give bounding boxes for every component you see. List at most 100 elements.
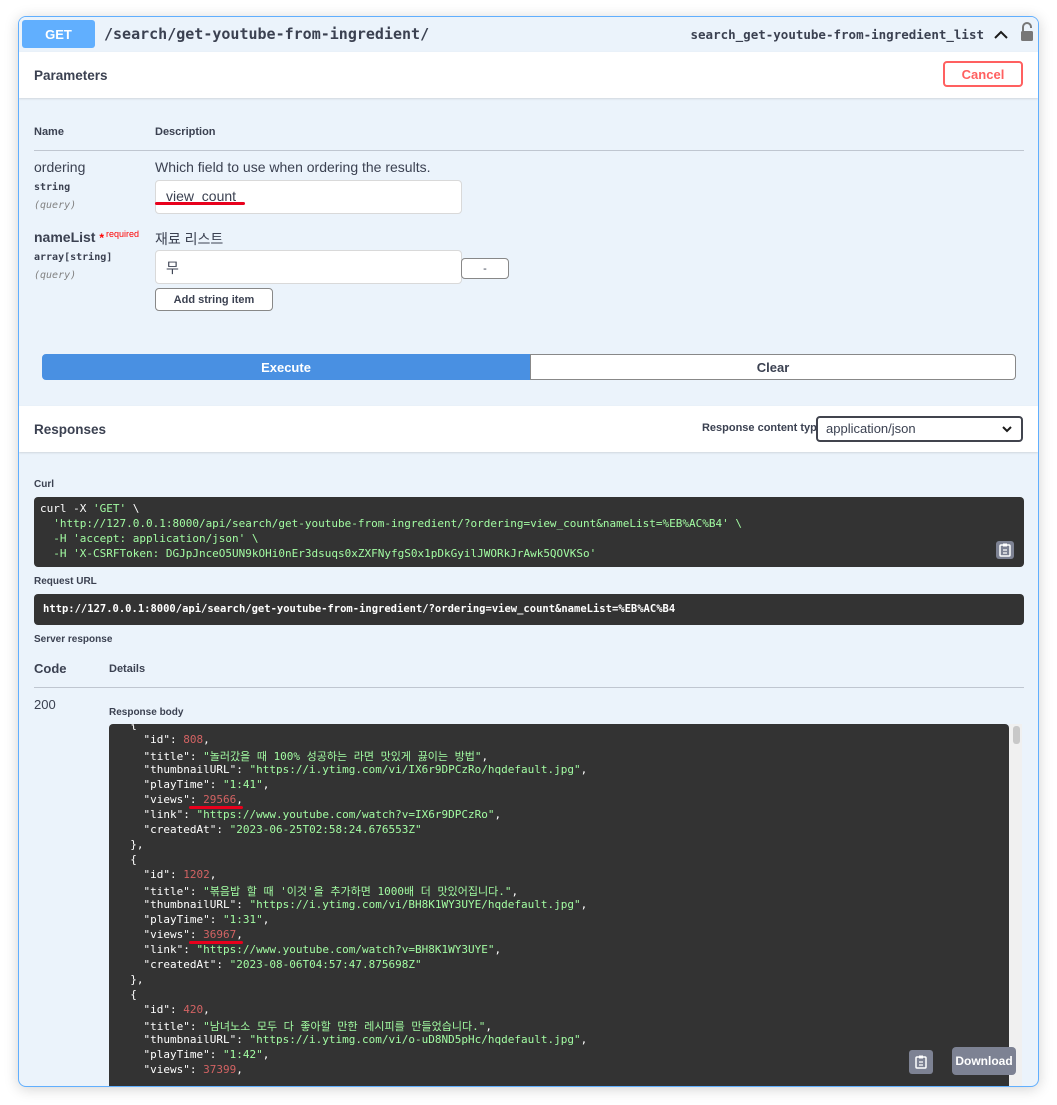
json-line: "id": 420, — [117, 1003, 210, 1016]
required-star: * — [99, 231, 105, 245]
details-header: Details — [109, 663, 146, 675]
response-body-label: Response body — [109, 707, 184, 718]
parameters-divider — [34, 150, 1024, 151]
responses-header: Responses Response content type applicat… — [19, 406, 1038, 452]
parameters-title: Parameters — [34, 68, 108, 83]
response-scrollbar-thumb[interactable] — [1013, 726, 1020, 744]
copy-curl-button[interactable] — [996, 541, 1014, 559]
response-scrollbar-track[interactable] — [1009, 724, 1022, 1086]
json-line: "views": 37399, — [117, 1063, 243, 1076]
json-line: "link": "https://www.youtube.com/watch?v… — [117, 808, 502, 821]
method-badge: GET — [22, 20, 95, 48]
json-thumbnailurl-value: https://i.ytimg.com/vi/IX6r9DPCzRo/hqdef… — [256, 763, 574, 776]
json-line: "views": 36967, — [117, 928, 243, 941]
column-name-header: Name — [34, 126, 64, 138]
json-link-value: https://www.youtube.com/watch?v=IX6r9DPC… — [203, 808, 488, 821]
json-line: }, — [117, 838, 144, 851]
param-ordering-description: Which field to use when ordering the res… — [155, 159, 431, 175]
json-title-value: 볶음밥 할 때 '이것'을 추가하면 1000배 더 맛있어집니다. — [209, 885, 505, 898]
clipboard-icon — [915, 1055, 927, 1069]
request-url-label: Request URL — [34, 576, 97, 587]
json-createdat-value: 2023-06-25T02:58:24.676553Z — [236, 823, 416, 836]
json-line: "createdAt": "2023-06-25T02:58:24.676553… — [117, 823, 422, 836]
json-thumbnailurl-value: https://i.ytimg.com/vi/o-uD8ND5pHc/hqdef… — [256, 1033, 574, 1046]
json-line: { — [117, 988, 137, 1001]
status-code: 200 — [34, 697, 56, 712]
column-description-header: Description — [155, 126, 216, 138]
required-label: required — [106, 229, 140, 239]
clipboard-icon — [999, 543, 1011, 557]
json-title-value: 놀러갔을 때 100% 성공하는 라면 맛있게 끓이는 방법 — [209, 750, 475, 763]
cancel-button[interactable]: Cancel — [943, 61, 1023, 87]
request-url: http://127.0.0.1:8000/api/search/get-you… — [43, 603, 676, 615]
json-line: "createdAt": "2023-08-06T04:57:47.875698… — [117, 958, 422, 971]
param-namelist-in: (query) — [34, 270, 77, 281]
json-line: "thumbnailURL": "https://i.ytimg.com/vi/… — [117, 1033, 588, 1046]
response-body[interactable]: { "id": 808, "title": "놀러갔을 때 100% 성공하는 … — [109, 724, 1009, 1086]
code-header: Code — [34, 661, 67, 676]
content-type-value: application/json — [826, 421, 916, 436]
json-line: "playTime": "1:41", — [117, 778, 270, 791]
endpoint-path: /search/get-youtube-from-ingredient/ — [104, 25, 430, 43]
json-views-value: 37399 — [203, 1063, 237, 1076]
json-line: "id": 808, — [117, 733, 210, 746]
chevron-down-icon — [1002, 426, 1012, 433]
curl-block[interactable]: curl -X 'GET' \ 'http://127.0.0.1:8000/a… — [34, 497, 1024, 567]
operation-header[interactable]: GET /search/get-youtube-from-ingredient/… — [19, 17, 1038, 53]
json-link-value: https://www.youtube.com/watch?v=BH8K1WY3… — [203, 943, 488, 956]
param-namelist-type: array[string] — [34, 252, 113, 263]
parameters-header: Parameters — [19, 52, 1038, 98]
clear-button[interactable]: Clear — [530, 354, 1016, 380]
content-type-label: Response content type — [701, 422, 823, 434]
add-string-item-button[interactable]: Add string item — [155, 288, 273, 311]
json-line: "title": "볶음밥 할 때 '이것'을 추가하면 1000배 더 맛있어… — [117, 885, 519, 898]
execute-button[interactable]: Execute — [42, 354, 530, 380]
curl-line: curl -X 'GET' \ — [40, 502, 140, 515]
json-playtime-value: 1:31 — [229, 913, 257, 926]
json-playtime-value: 1:41 — [229, 778, 257, 791]
json-line: }, — [117, 973, 144, 986]
json-views-value: 29566 — [203, 793, 237, 806]
json-views-value: 36967 — [203, 928, 237, 941]
json-id-value: 808 — [183, 733, 204, 746]
json-line: "views": 29566, — [117, 793, 243, 806]
copy-response-button[interactable] — [909, 1050, 933, 1074]
curl-label: Curl — [34, 479, 54, 490]
json-line: "id": 1202, — [117, 868, 217, 881]
ordering-input[interactable]: view_count — [155, 180, 462, 214]
curl-line: -H 'accept: application/json' \ — [40, 532, 259, 545]
response-divider — [34, 687, 1024, 688]
namelist-item-input[interactable]: 무 — [155, 250, 462, 284]
param-ordering-in: (query) — [34, 200, 77, 211]
json-line: "link": "https://www.youtube.com/watch?v… — [117, 943, 502, 956]
curl-line: -H 'X-CSRFToken: DGJpJnceO5UN9kOHi0nEr3d… — [40, 547, 597, 560]
json-line: "title": "남녀노소 모두 다 좋아할 만한 레시피를 만들었습니다."… — [117, 1020, 492, 1033]
param-ordering-name: ordering — [34, 159, 86, 175]
json-line: "thumbnailURL": "https://i.ytimg.com/vi/… — [117, 763, 588, 776]
chevron-up-icon[interactable] — [992, 26, 1010, 44]
json-line: "thumbnailURL": "https://i.ytimg.com/vi/… — [117, 898, 588, 911]
json-createdat-value: 2023-08-06T04:57:47.875698Z — [236, 958, 416, 971]
ordering-highlight — [155, 202, 245, 205]
json-line: "playTime": "1:31", — [117, 913, 270, 926]
remove-item-button[interactable]: - — [461, 258, 509, 279]
content-type-select[interactable]: application/json — [816, 416, 1023, 442]
json-id-value: 1202 — [183, 868, 210, 881]
json-id-value: 420 — [183, 1003, 204, 1016]
operation-block: GET /search/get-youtube-from-ingredient/… — [18, 16, 1039, 1087]
param-namelist-name: nameList * required — [34, 229, 139, 245]
json-title-value: 남녀노소 모두 다 좋아할 만한 레시피를 만들었습니다. — [209, 1020, 479, 1033]
json-line: "title": "놀러갔을 때 100% 성공하는 라면 맛있게 끓이는 방법… — [117, 750, 489, 763]
param-ordering-type: string — [34, 182, 71, 193]
json-thumbnailurl-value: https://i.ytimg.com/vi/BH8K1WY3UYE/hqdef… — [256, 898, 574, 911]
json-line: { — [117, 853, 137, 866]
request-url-block[interactable]: http://127.0.0.1:8000/api/search/get-you… — [34, 594, 1024, 625]
server-response-label: Server response — [34, 634, 113, 645]
responses-title: Responses — [34, 422, 107, 437]
json-playtime-value: 1:42 — [229, 1048, 257, 1061]
param-namelist-label: nameList — [34, 229, 96, 245]
lock-icon[interactable] — [1020, 22, 1034, 42]
json-line: { — [117, 724, 137, 731]
download-button[interactable]: Download — [952, 1047, 1016, 1075]
json-line: "playTime": "1:42", — [117, 1048, 270, 1061]
